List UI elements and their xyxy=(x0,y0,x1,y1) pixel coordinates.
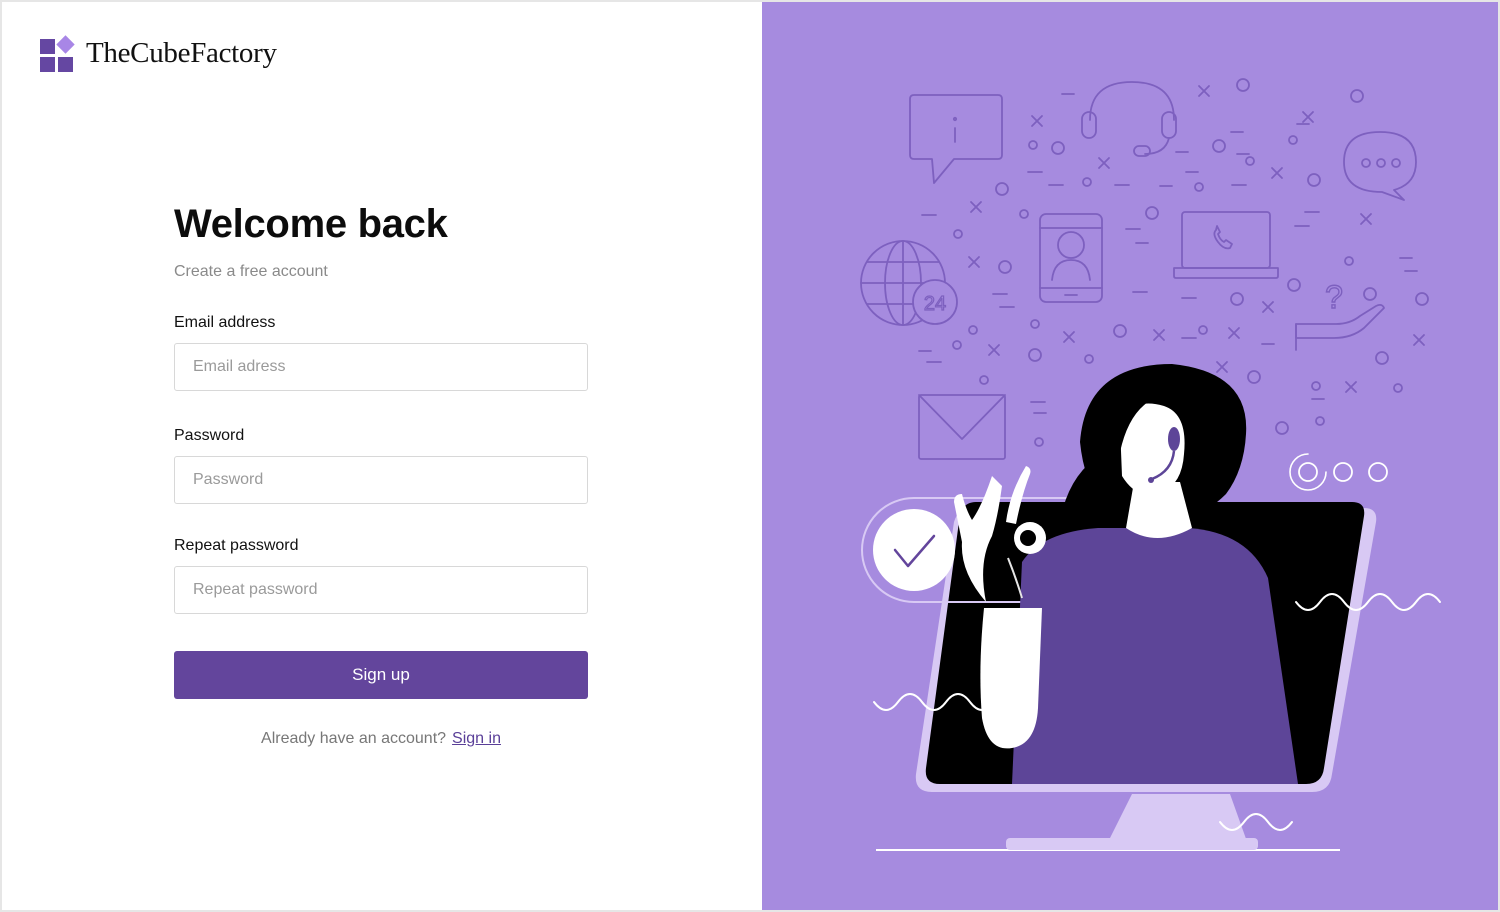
laptop-call-icon xyxy=(1173,211,1279,279)
signin-prompt-text: Already have an account? xyxy=(261,730,447,747)
question-mark-text: ? xyxy=(1325,279,1343,315)
password-label: Password xyxy=(174,427,245,444)
brand-name: TheCubeFactory xyxy=(86,36,277,69)
chat-dots-icon xyxy=(1343,131,1417,201)
repeat-password-field[interactable] xyxy=(174,566,588,614)
email-label: Email address xyxy=(174,314,276,331)
signin-prompt: Already have an account? Sign in xyxy=(174,730,588,748)
chat-info-icon xyxy=(909,94,1003,184)
cube-logo-icon xyxy=(40,35,75,72)
brand-logo[interactable]: TheCubeFactory xyxy=(40,35,277,72)
doodle-crosses xyxy=(968,85,1425,393)
sign-in-link[interactable]: Sign in xyxy=(452,730,501,747)
page-title: Welcome back xyxy=(174,202,448,246)
headset-icon xyxy=(1081,81,1177,157)
illustration-panel: i 24 ? xyxy=(762,2,1498,910)
password-field[interactable] xyxy=(174,456,588,504)
repeat-password-label: Repeat password xyxy=(174,537,299,554)
phone-profile-icon xyxy=(1039,213,1103,303)
globe-24-text: 24 xyxy=(924,293,946,315)
form-panel: TheCubeFactory Welcome back Create a fre… xyxy=(2,2,762,910)
support-illustration: i 24 ? xyxy=(860,78,1441,851)
page-subtitle: Create a free account xyxy=(174,263,328,280)
status-circles-icon xyxy=(1289,453,1388,491)
envelope-icon xyxy=(918,394,1006,460)
sign-up-button[interactable]: Sign up xyxy=(174,651,588,699)
email-field[interactable] xyxy=(174,343,588,391)
